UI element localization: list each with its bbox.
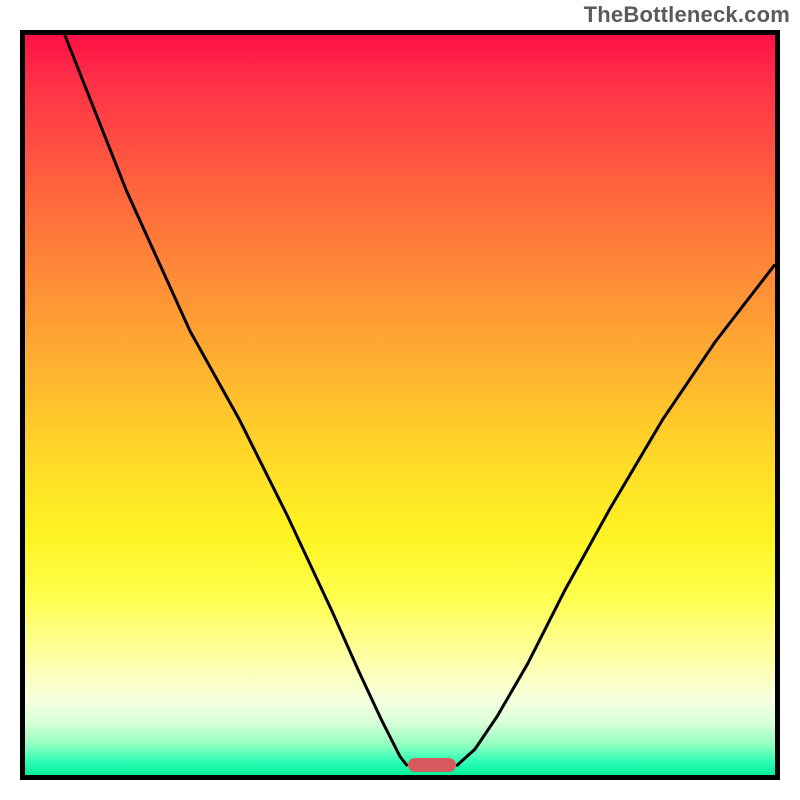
curve-right-branch	[456, 264, 775, 766]
optimal-marker	[408, 758, 457, 772]
watermark-text: TheBottleneck.com	[584, 2, 790, 28]
chart-frame: TheBottleneck.com	[0, 0, 800, 800]
curve-left-branch	[65, 35, 408, 766]
bottleneck-curve	[25, 35, 775, 775]
plot-area	[20, 30, 780, 780]
